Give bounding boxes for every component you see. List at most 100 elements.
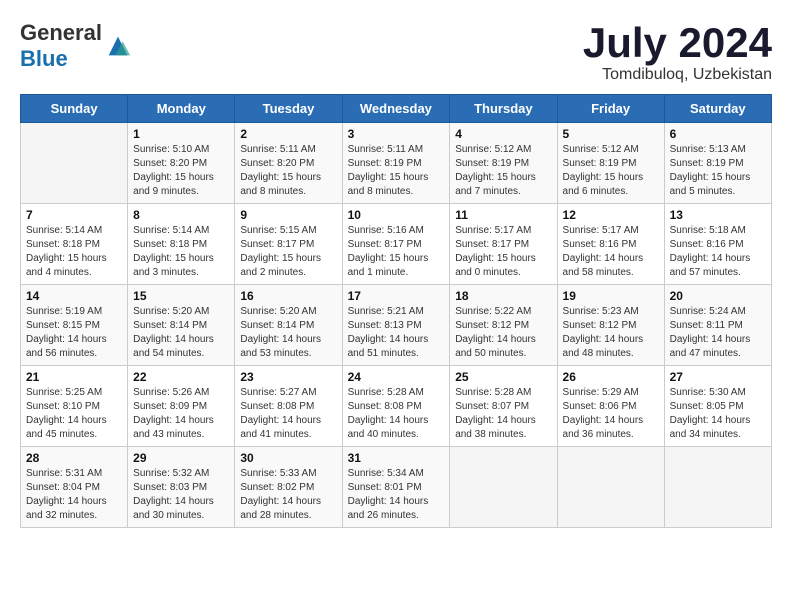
calendar-cell: 6Sunrise: 5:13 AM Sunset: 8:19 PM Daylig… — [664, 123, 771, 204]
calendar-cell: 22 Sunrise: 5:26 AM Sunset: 8:09 PM Dayli… — [128, 366, 235, 447]
day-number: 3 — [348, 127, 445, 141]
calendar-cell: 25 Sunrise: 5:28 AM Sunset: 8:07 PM Dayli… — [450, 366, 557, 447]
day-content: Sunrise: 5:29 AM Sunset: 8:06 PM Dayligh… — [563, 386, 659, 442]
day-number: 30 — [240, 451, 336, 465]
week-row-4: 21Sunrise: 5:25 AM Sunset: 8:10 PM Dayli… — [21, 366, 772, 447]
day-number: 7 — [26, 208, 122, 222]
week-row-3: 14 Sunrise: 5:19 AM Sunset: 8:15 PM Dayli… — [21, 285, 772, 366]
day-content: Sunrise: 5:19 AM Sunset: 8:15 PM Dayligh… — [26, 305, 122, 361]
header-saturday: Saturday — [664, 95, 771, 123]
calendar-cell: 30 Sunrise: 5:33 AM Sunset: 8:02 PM Dayli… — [235, 447, 342, 528]
calendar-cell: 9 Sunrise: 5:15 AM Sunset: 8:17 PM Daylig… — [235, 204, 342, 285]
calendar-cell: 3Sunrise: 5:11 AM Sunset: 8:19 PM Daylig… — [342, 123, 450, 204]
day-number: 23 — [240, 370, 336, 384]
calendar-body: 1 Sunrise: 5:10 AM Sunset: 8:20 PM Daylig… — [21, 123, 772, 528]
calendar-cell: 15 Sunrise: 5:20 AM Sunset: 8:14 PM Dayli… — [128, 285, 235, 366]
day-content: Sunrise: 5:11 AM Sunset: 8:20 PM Dayligh… — [240, 143, 336, 199]
week-row-5: 28 Sunrise: 5:31 AM Sunset: 8:04 PM Dayli… — [21, 447, 772, 528]
day-number: 2 — [240, 127, 336, 141]
day-number: 16 — [240, 289, 336, 303]
calendar-cell: 1 Sunrise: 5:10 AM Sunset: 8:20 PM Daylig… — [128, 123, 235, 204]
day-number: 14 — [26, 289, 122, 303]
day-number: 10 — [348, 208, 445, 222]
calendar-cell: 20 Sunrise: 5:24 AM Sunset: 8:11 PM Dayli… — [664, 285, 771, 366]
day-number: 4 — [455, 127, 551, 141]
day-content: Sunrise: 5:28 AM Sunset: 8:07 PM Dayligh… — [455, 386, 551, 442]
header-tuesday: Tuesday — [235, 95, 342, 123]
day-content: Sunrise: 5:18 AM Sunset: 8:16 PM Dayligh… — [670, 224, 766, 280]
day-content: Sunrise: 5:34 AM Sunset: 8:01 PM Dayligh… — [348, 467, 445, 523]
week-row-1: 1 Sunrise: 5:10 AM Sunset: 8:20 PM Daylig… — [21, 123, 772, 204]
day-content: Sunrise: 5:17 AM Sunset: 8:16 PM Dayligh… — [563, 224, 659, 280]
day-content: Sunrise: 5:14 AM Sunset: 8:18 PM Dayligh… — [26, 224, 122, 280]
calendar-cell: 19Sunrise: 5:23 AM Sunset: 8:12 PM Dayli… — [557, 285, 664, 366]
day-content: Sunrise: 5:30 AM Sunset: 8:05 PM Dayligh… — [670, 386, 766, 442]
calendar-cell: 14 Sunrise: 5:19 AM Sunset: 8:15 PM Dayli… — [21, 285, 128, 366]
calendar-cell — [557, 447, 664, 528]
header-row: SundayMondayTuesdayWednesdayThursdayFrid… — [21, 95, 772, 123]
calendar-cell: 21Sunrise: 5:25 AM Sunset: 8:10 PM Dayli… — [21, 366, 128, 447]
day-content: Sunrise: 5:22 AM Sunset: 8:12 PM Dayligh… — [455, 305, 551, 361]
day-number: 24 — [348, 370, 445, 384]
calendar-header: SundayMondayTuesdayWednesdayThursdayFrid… — [21, 95, 772, 123]
calendar-cell: 12 Sunrise: 5:17 AM Sunset: 8:16 PM Dayli… — [557, 204, 664, 285]
day-content: Sunrise: 5:32 AM Sunset: 8:03 PM Dayligh… — [133, 467, 229, 523]
day-number: 12 — [563, 208, 659, 222]
day-content: Sunrise: 5:23 AM Sunset: 8:12 PM Dayligh… — [563, 305, 659, 361]
header-monday: Monday — [128, 95, 235, 123]
calendar-cell: 27Sunrise: 5:30 AM Sunset: 8:05 PM Dayli… — [664, 366, 771, 447]
day-number: 20 — [670, 289, 766, 303]
day-content: Sunrise: 5:31 AM Sunset: 8:04 PM Dayligh… — [26, 467, 122, 523]
location: Tomdibuloq, Uzbekistan — [583, 66, 772, 84]
logo-icon — [104, 32, 132, 60]
day-content: Sunrise: 5:28 AM Sunset: 8:08 PM Dayligh… — [348, 386, 445, 442]
header-friday: Friday — [557, 95, 664, 123]
day-content: Sunrise: 5:20 AM Sunset: 8:14 PM Dayligh… — [133, 305, 229, 361]
day-content: Sunrise: 5:12 AM Sunset: 8:19 PM Dayligh… — [563, 143, 659, 199]
title-block: July 2024 Tomdibuloq, Uzbekistan — [583, 20, 772, 84]
day-number: 1 — [133, 127, 229, 141]
day-number: 25 — [455, 370, 551, 384]
header-wednesday: Wednesday — [342, 95, 450, 123]
calendar-cell — [450, 447, 557, 528]
day-number: 29 — [133, 451, 229, 465]
day-number: 13 — [670, 208, 766, 222]
day-number: 5 — [563, 127, 659, 141]
day-content: Sunrise: 5:26 AM Sunset: 8:09 PM Dayligh… — [133, 386, 229, 442]
day-content: Sunrise: 5:33 AM Sunset: 8:02 PM Dayligh… — [240, 467, 336, 523]
calendar-cell — [664, 447, 771, 528]
day-number: 6 — [670, 127, 766, 141]
day-number: 26 — [563, 370, 659, 384]
calendar-cell: 10 Sunrise: 5:16 AM Sunset: 8:17 PM Dayli… — [342, 204, 450, 285]
day-content: Sunrise: 5:15 AM Sunset: 8:17 PM Dayligh… — [240, 224, 336, 280]
day-content: Sunrise: 5:16 AM Sunset: 8:17 PM Dayligh… — [348, 224, 445, 280]
day-content: Sunrise: 5:20 AM Sunset: 8:14 PM Dayligh… — [240, 305, 336, 361]
calendar-cell: 2 Sunrise: 5:11 AM Sunset: 8:20 PM Daylig… — [235, 123, 342, 204]
calendar-cell: 31Sunrise: 5:34 AM Sunset: 8:01 PM Dayli… — [342, 447, 450, 528]
logo: General Blue — [20, 20, 132, 72]
calendar-cell: 16 Sunrise: 5:20 AM Sunset: 8:14 PM Dayli… — [235, 285, 342, 366]
day-content: Sunrise: 5:14 AM Sunset: 8:18 PM Dayligh… — [133, 224, 229, 280]
logo-general: General — [20, 20, 102, 45]
calendar-cell: 24 Sunrise: 5:28 AM Sunset: 8:08 PM Dayli… — [342, 366, 450, 447]
day-content: Sunrise: 5:24 AM Sunset: 8:11 PM Dayligh… — [670, 305, 766, 361]
day-number: 22 — [133, 370, 229, 384]
calendar-cell: 4 Sunrise: 5:12 AM Sunset: 8:19 PM Daylig… — [450, 123, 557, 204]
calendar-cell: 28 Sunrise: 5:31 AM Sunset: 8:04 PM Dayli… — [21, 447, 128, 528]
day-number: 21 — [26, 370, 122, 384]
header-thursday: Thursday — [450, 95, 557, 123]
day-number: 15 — [133, 289, 229, 303]
calendar-cell: 13 Sunrise: 5:18 AM Sunset: 8:16 PM Dayli… — [664, 204, 771, 285]
day-content: Sunrise: 5:12 AM Sunset: 8:19 PM Dayligh… — [455, 143, 551, 199]
calendar-cell: 26 Sunrise: 5:29 AM Sunset: 8:06 PM Dayli… — [557, 366, 664, 447]
day-number: 8 — [133, 208, 229, 222]
day-content: Sunrise: 5:10 AM Sunset: 8:20 PM Dayligh… — [133, 143, 229, 199]
day-content: Sunrise: 5:21 AM Sunset: 8:13 PM Dayligh… — [348, 305, 445, 361]
calendar-cell: 7 Sunrise: 5:14 AM Sunset: 8:18 PM Daylig… — [21, 204, 128, 285]
day-number: 28 — [26, 451, 122, 465]
calendar-table: SundayMondayTuesdayWednesdayThursdayFrid… — [20, 94, 772, 528]
day-number: 9 — [240, 208, 336, 222]
day-content: Sunrise: 5:27 AM Sunset: 8:08 PM Dayligh… — [240, 386, 336, 442]
day-number: 18 — [455, 289, 551, 303]
calendar-cell: 18 Sunrise: 5:22 AM Sunset: 8:12 PM Dayli… — [450, 285, 557, 366]
